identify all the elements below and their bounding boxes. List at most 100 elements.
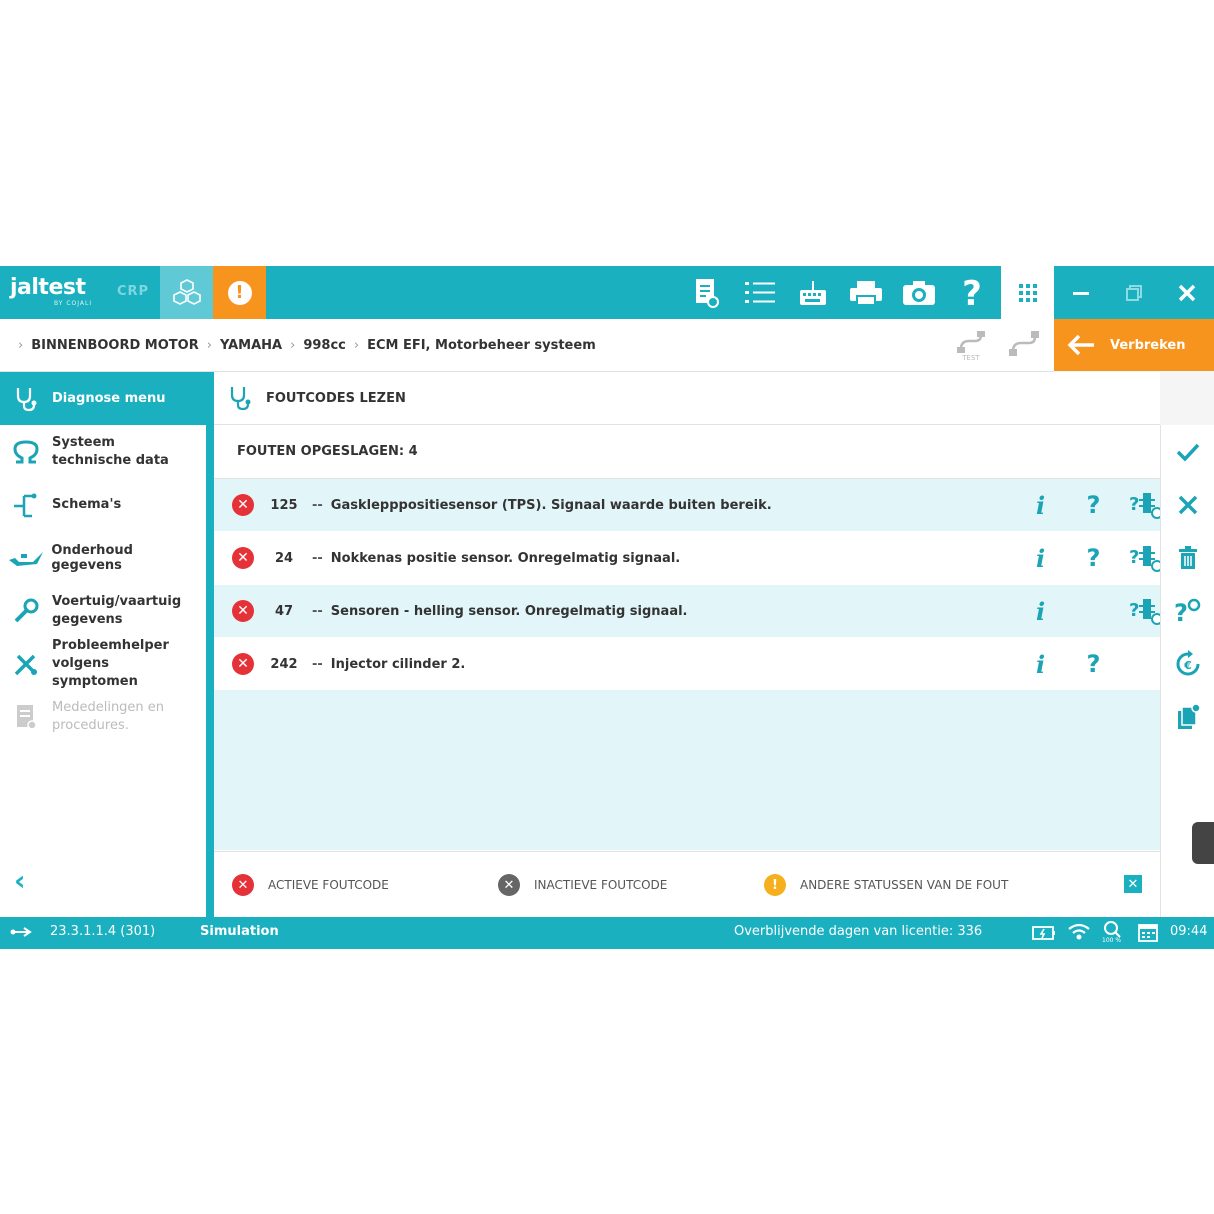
active-fault-icon: ✕ <box>232 494 254 516</box>
modules-button[interactable] <box>160 266 213 319</box>
legend-other: ! ANDERE STATUSSEN VAN DE FOUT <box>764 874 1008 896</box>
cubes-icon <box>172 278 201 305</box>
cancel-button[interactable] <box>1161 478 1214 531</box>
help-button[interactable]: ? <box>945 266 998 319</box>
info-icon[interactable]: i <box>1014 585 1067 637</box>
help-search-button[interactable]: ? <box>1161 584 1214 637</box>
mode-label: Simulation <box>200 924 279 939</box>
crp-label: CRP <box>117 284 150 299</box>
breadcrumb-item[interactable]: 998cc <box>303 338 346 353</box>
active-fault-icon: ✕ <box>232 874 254 896</box>
report-button[interactable] <box>680 266 733 319</box>
document-icon <box>0 703 52 731</box>
calendar-icon <box>1138 922 1158 946</box>
close-button[interactable] <box>1160 266 1213 319</box>
status-bar: 23.3.1.1.4 (301) Simulation Overblijvend… <box>0 917 1214 949</box>
list-button[interactable] <box>733 266 786 319</box>
info-icon[interactable]: i <box>1014 532 1067 584</box>
fault-description: Gasklepppositiesensor (TPS). Signaal waa… <box>330 497 772 513</box>
breadcrumb-item[interactable]: ECM EFI, Motorbeheer systeem <box>367 338 596 353</box>
inactive-fault-icon: ✕ <box>498 874 520 896</box>
info-icon[interactable]: i <box>1014 479 1067 531</box>
page-title: FOUTCODES LEZEN <box>266 390 406 406</box>
fault-code: 47 <box>274 603 294 619</box>
sidebar-item-maintenance[interactable]: Onderhoud gegevens <box>0 531 206 584</box>
back-chevron-icon[interactable]: ‹ <box>14 864 26 897</box>
help-placeholder <box>1067 585 1120 637</box>
info-icon[interactable]: i <box>1014 638 1067 690</box>
fault-row[interactable]: ✕ 24 -- Nokkenas positie sensor. Onregel… <box>214 532 1163 585</box>
main-panel: FOUTCODES LEZEN FOUTEN OPGESLAGEN: 4 ✕ 1… <box>214 372 1163 918</box>
grid-icon <box>1018 283 1037 302</box>
sidebar-item-label: Onderhoud gegevens <box>51 542 133 573</box>
alert-button[interactable]: ! <box>213 266 266 319</box>
question-search-icon: ? <box>1174 598 1201 625</box>
fault-separator: -- <box>312 603 323 619</box>
delete-button[interactable] <box>1161 531 1214 584</box>
minimize-icon <box>1072 291 1089 295</box>
fault-code: 24 <box>274 550 294 566</box>
sidebar-header-label: Diagnose menu <box>52 391 166 406</box>
restore-icon <box>1125 284 1142 301</box>
sidebar-header[interactable]: Diagnose menu <box>0 372 206 425</box>
refresh-icon: € <box>1176 649 1200 675</box>
logo-subtext: BY COJALI <box>54 300 93 307</box>
sidebar-item-symptom-helper[interactable]: Probleemhelper volgens symptomen <box>0 637 206 690</box>
chevron-right-icon: › <box>18 337 24 353</box>
toolbar-tools: ? <box>680 266 998 319</box>
minimize-button[interactable] <box>1054 266 1107 319</box>
sidebar-item-schemas[interactable]: Schema's <box>0 478 206 531</box>
test-connection-icon[interactable]: TEST <box>955 329 987 361</box>
window-controls <box>1054 266 1214 319</box>
fault-actions: i ? ? <box>1014 532 1173 584</box>
sidebar-divider <box>206 372 214 917</box>
apps-grid-button[interactable] <box>1001 266 1054 319</box>
fault-description: Injector cilinder 2. <box>330 656 466 672</box>
disconnect-label: Verbreken <box>1110 337 1186 353</box>
sidebar-item-notices: Mededelingen en procedures. <box>0 690 206 743</box>
keyboard-button[interactable] <box>786 266 839 319</box>
breadcrumb-item[interactable]: YAMAHA <box>220 338 282 353</box>
close-legend-icon[interactable]: ✕ <box>1124 875 1142 893</box>
connection-icons: TEST <box>955 329 1041 361</box>
sidebar-item-label: Voertuig/vaartuig gegevens <box>52 593 182 627</box>
fault-actions: i ? <box>1014 585 1173 637</box>
usb-icon <box>10 925 34 943</box>
active-fault-icon: ✕ <box>232 653 254 675</box>
app-window: jaltest BY COJALI CRP ! ? › BINNENBOORD … <box>0 266 1214 949</box>
report-icon <box>695 278 719 308</box>
fault-row[interactable]: ✕ 242 -- Injector cilinder 2. i ? <box>214 638 1160 691</box>
print-button[interactable] <box>839 266 892 319</box>
sidebar-item-vehicle-data[interactable]: Voertuig/vaartuig gegevens <box>0 584 206 637</box>
restore-button[interactable] <box>1107 266 1160 319</box>
svg-text:?: ? <box>1129 547 1139 568</box>
chevron-right-icon: › <box>290 337 296 353</box>
help-question-icon[interactable]: ? <box>1067 638 1120 690</box>
documents-button[interactable] <box>1161 690 1214 743</box>
disconnect-button[interactable]: Verbreken <box>1054 319 1214 371</box>
refresh-button[interactable]: € <box>1161 637 1214 690</box>
fault-list-empty-area <box>214 690 1160 850</box>
printer-icon <box>849 280 882 306</box>
fault-row[interactable]: ✕ 125 -- Gasklepppositiesensor (TPS). Si… <box>214 479 1163 532</box>
svg-text:?: ? <box>1174 599 1188 625</box>
sidebar-item-technical-data[interactable]: Systeem technische data <box>0 425 206 478</box>
stethoscope-icon <box>0 386 52 412</box>
screenshot-button[interactable] <box>892 266 945 319</box>
keyboard-icon <box>799 280 826 305</box>
svg-text:?: ? <box>1129 494 1139 515</box>
side-panel-tab[interactable] <box>1192 822 1214 864</box>
fault-actions: i ? <box>1014 638 1120 690</box>
legend-label: ANDERE STATUSSEN VAN DE FOUT <box>800 878 1009 892</box>
help-question-icon[interactable]: ? <box>1067 532 1120 584</box>
top-toolbar: jaltest BY COJALI CRP ! ? <box>0 266 1214 319</box>
chevron-right-icon: › <box>353 337 360 353</box>
breadcrumb-item[interactable]: BINNENBOORD MOTOR <box>31 338 199 353</box>
stethoscope-icon <box>214 385 266 411</box>
fault-count: FOUTEN OPGESLAGEN: 4 <box>214 425 1160 479</box>
help-question-icon[interactable]: ? <box>1067 479 1120 531</box>
confirm-button[interactable] <box>1161 425 1214 478</box>
cable-connection-icon[interactable] <box>1007 329 1041 361</box>
omega-icon <box>0 439 52 465</box>
fault-row[interactable]: ✕ 47 -- Sensoren - helling sensor. Onreg… <box>214 585 1163 638</box>
